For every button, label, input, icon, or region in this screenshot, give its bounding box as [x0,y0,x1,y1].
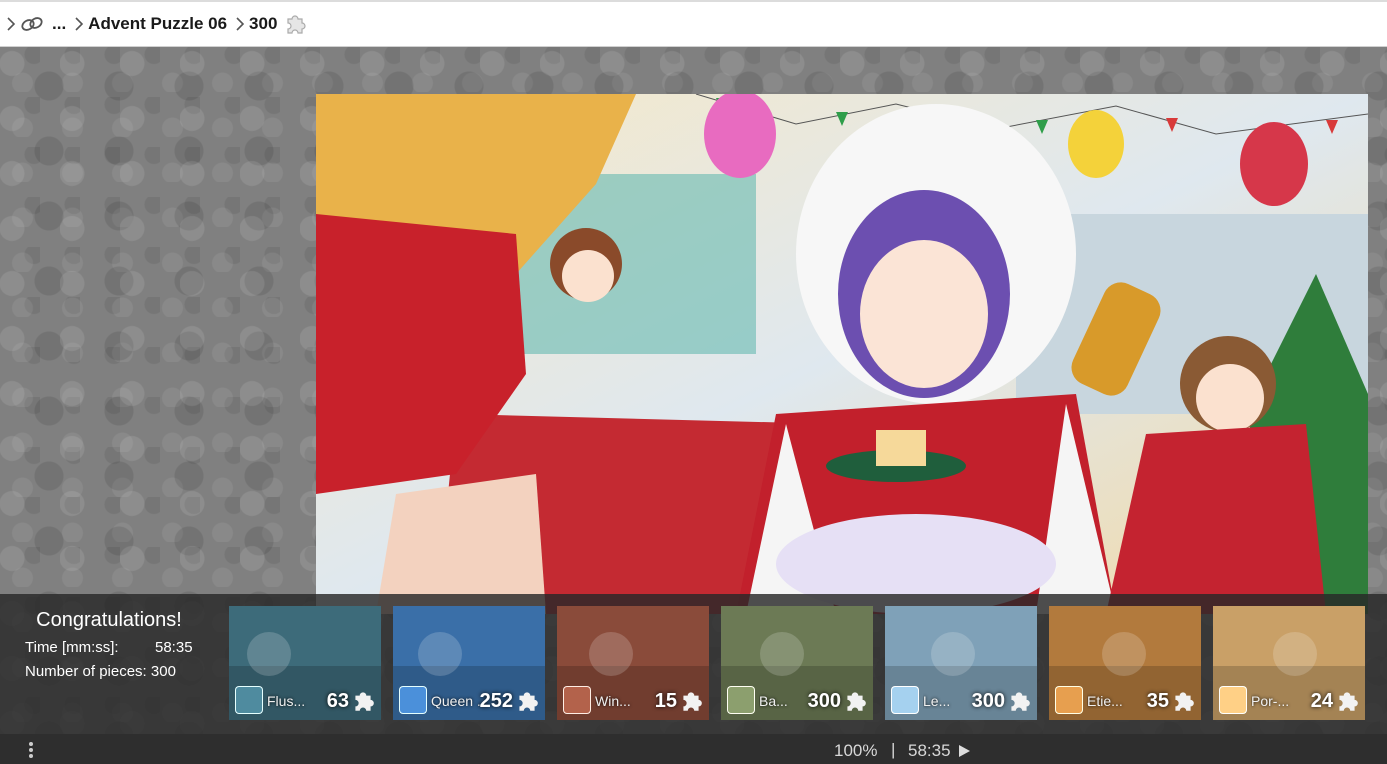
author-avatar [727,686,755,714]
breadcrumb-ellipsis[interactable]: ... [52,14,66,34]
author-avatar [891,686,919,714]
time-value: 58:35 [155,639,193,656]
puzzle-result-panel: Congratulations! Time [mm:ss]: 58:35 Num… [0,594,1387,734]
thumbnail-title: Queen ... [431,693,481,709]
play-icon[interactable] [957,743,971,757]
puzzle-thumbnail[interactable]: Win... 15 [557,606,709,720]
puzzle-piece-icon [678,688,704,714]
thumbnail-piece-count: 300 [971,690,1005,712]
zoom-level[interactable]: 100% [834,741,877,761]
author-avatar [399,686,427,714]
puzzle-thumbnail[interactable]: Le... 300 [885,606,1037,720]
breadcrumb: ... Advent Puzzle 06 300 [0,0,1387,47]
thumbnail-piece-count: 63 [326,690,349,712]
author-avatar [1055,686,1083,714]
puzzle-thumbnail[interactable]: Por-... 24 [1213,606,1365,720]
puzzle-piece-icon [1170,688,1196,714]
pieces-label: Number of pieces: 300 [25,663,176,680]
breadcrumb-piece-count[interactable]: 300 [249,14,277,34]
puzzle-piece-icon [842,688,868,714]
puzzle-thumbnail[interactable]: Flus... 63 [229,606,381,720]
author-avatar [563,686,591,714]
puzzle-piece-icon [1334,688,1360,714]
puzzle-image [316,94,1368,614]
puzzle-piece-icon [283,12,307,36]
status-bar: 100% | 58:35 [0,734,1387,764]
time-label: Time [mm:ss]: [25,639,119,656]
puzzle-thumbnail[interactable]: Etie... 35 [1049,606,1201,720]
chevron-right-icon [4,17,18,31]
breadcrumb-puzzle-title[interactable]: Advent Puzzle 06 [88,14,227,34]
puzzle-piece-icon [1006,688,1032,714]
thumbnail-title: Ba... [759,693,788,709]
thumbnail-piece-count: 35 [1146,690,1169,712]
thumbnail-piece-count: 300 [807,690,841,712]
thumbnail-piece-count: 252 [479,690,513,712]
thumbnail-piece-count: 15 [654,690,677,712]
completion-summary: Congratulations! Time [mm:ss]: 58:35 Num… [0,594,222,734]
related-puzzles-carousel[interactable]: Flus...63Queen ...252Win...15Ba...300Le.… [229,606,1387,720]
elapsed-timer: 58:35 [908,741,951,760]
author-avatar [1219,686,1247,714]
time-row: Time [mm:ss]: 58:35 [25,639,193,656]
link-icon[interactable] [20,15,44,33]
thumbnail-title: Etie... [1087,693,1123,709]
congratulations-heading: Congratulations! [36,609,182,631]
menu-dots-icon[interactable] [24,740,38,760]
puzzle-thumbnail[interactable]: Queen ...252 [393,606,545,720]
puzzle-piece-icon [350,688,376,714]
puzzle-thumbnail[interactable]: Ba... 300 [721,606,873,720]
chevron-right-icon [233,17,247,31]
thumbnail-title: Flus... [267,693,306,709]
chevron-right-icon [72,17,86,31]
thumbnail-title: Por-... [1251,693,1290,709]
thumbnail-title: Le... [923,693,951,709]
pieces-row: Number of pieces: 300 [25,663,176,680]
thumbnail-piece-count: 24 [1310,690,1333,712]
status-divider: | [891,740,896,759]
author-avatar [235,686,263,714]
puzzle-piece-icon [514,688,540,714]
thumbnail-title: Win... [595,693,631,709]
